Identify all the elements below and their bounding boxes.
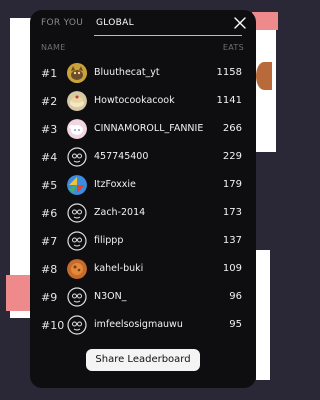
eats-count: 229 xyxy=(222,151,242,162)
player-name: 457745400 xyxy=(94,151,149,162)
rank-label: #6 xyxy=(41,207,58,220)
share-leaderboard-button[interactable]: Share Leaderboard xyxy=(86,349,200,371)
column-header-name: NAME xyxy=(41,43,66,52)
leaderboard-row[interactable]: #3 CINNAMOROLL_FANNIE 266 xyxy=(30,115,256,143)
leaderboard-row[interactable]: #6 Zach-2014 173 xyxy=(30,199,256,227)
player-name: Bluuthecat_yt xyxy=(94,67,160,78)
rank-label: #3 xyxy=(41,123,58,136)
default-avatar xyxy=(67,147,87,167)
player-name: Zach-2014 xyxy=(94,207,146,218)
background-card-left xyxy=(10,18,32,318)
player-name: CINNAMOROLL_FANNIE xyxy=(94,123,204,134)
leaderboard-row[interactable]: #10 imfeelsosigmauwu 95 xyxy=(30,311,256,339)
rank-label: #10 xyxy=(41,319,65,332)
player-name: filippp xyxy=(94,235,124,246)
player-name: ItzFoxxie xyxy=(94,179,136,190)
leaderboard-row[interactable]: #7 filippp 137 xyxy=(30,227,256,255)
player-name: N3ON_ xyxy=(94,291,127,302)
tab-global[interactable]: GLOBAL xyxy=(96,18,134,28)
default-avatar xyxy=(67,287,87,307)
leaderboard-tabs: FOR YOU GLOBAL xyxy=(30,10,256,38)
leaderboard-row[interactable]: #5 ItzFoxxie 179 xyxy=(30,171,256,199)
leaderboard-row[interactable]: #9 N3ON_ 96 xyxy=(30,283,256,311)
player-name: Howtocookacook xyxy=(94,95,175,106)
bunny-avatar xyxy=(67,119,87,139)
eats-count: 1158 xyxy=(216,67,242,78)
eats-count: 1141 xyxy=(216,95,242,106)
rank-label: #8 xyxy=(41,263,58,276)
food-avatar xyxy=(67,259,87,279)
player-name: imfeelsosigmauwu xyxy=(94,319,183,330)
background-card-right-lower xyxy=(256,250,270,380)
rank-label: #7 xyxy=(41,235,58,248)
rank-label: #1 xyxy=(41,67,58,80)
leaderboard-row[interactable]: #1 Bluuthecat_yt 1158 xyxy=(30,59,256,87)
eats-count: 137 xyxy=(222,235,242,246)
close-icon[interactable] xyxy=(232,15,248,31)
leaderboard-row[interactable]: #4 457745400 229 xyxy=(30,143,256,171)
eats-count: 95 xyxy=(229,319,242,330)
eats-count: 109 xyxy=(222,263,242,274)
default-avatar xyxy=(67,231,87,251)
cat-avatar xyxy=(67,63,87,83)
rank-label: #4 xyxy=(41,151,58,164)
player-name: kahel-buki xyxy=(94,263,144,274)
leaderboard-modal: FOR YOU GLOBAL NAME EATS #1 Bluuthecat_y… xyxy=(30,10,256,388)
eats-count: 179 xyxy=(222,179,242,190)
default-avatar xyxy=(67,315,87,335)
tab-divider xyxy=(94,35,242,36)
eats-count: 266 xyxy=(222,123,242,134)
tab-for-you[interactable]: FOR YOU xyxy=(41,18,83,28)
default-avatar xyxy=(67,203,87,223)
eats-count: 173 xyxy=(222,207,242,218)
leaderboard-row[interactable]: #8 kahel-buki 109 xyxy=(30,255,256,283)
column-header-eats: EATS xyxy=(222,43,244,52)
background-cookie-icon xyxy=(256,62,272,90)
cake-avatar xyxy=(67,91,87,111)
eats-count: 96 xyxy=(229,291,242,302)
colorful-avatar xyxy=(67,175,87,195)
rank-label: #2 xyxy=(41,95,58,108)
rank-label: #5 xyxy=(41,179,58,192)
leaderboard-row[interactable]: #2 Howtocookacook 1141 xyxy=(30,87,256,115)
rank-label: #9 xyxy=(41,291,58,304)
background-pink-tag-left xyxy=(6,275,30,311)
